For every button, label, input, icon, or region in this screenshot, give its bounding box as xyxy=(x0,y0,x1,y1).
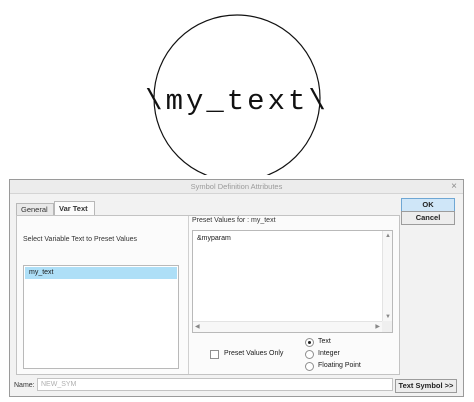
preset-values-textarea[interactable]: &myparam ▲ ▼ ◀ ▶ xyxy=(192,230,393,333)
radio-floating-point-label: Floating Point xyxy=(318,362,361,369)
radio-integer-label: Integer xyxy=(318,350,340,357)
symbol-preview: \my_text\ xyxy=(0,0,474,175)
scroll-right-icon[interactable]: ▶ xyxy=(375,323,380,331)
var-text-panel: Select Variable Text to Preset Values my… xyxy=(16,215,400,375)
preset-values-only-checkbox[interactable] xyxy=(210,350,219,359)
dialog-titlebar[interactable]: Symbol Definition Attributes × xyxy=(10,180,463,194)
scroll-corner xyxy=(382,321,392,332)
panel-divider xyxy=(188,216,189,374)
tab-general[interactable]: General xyxy=(16,203,54,215)
select-variable-label: Select Variable Text to Preset Values xyxy=(23,236,138,243)
symbol-definition-dialog: Symbol Definition Attributes × General V… xyxy=(9,179,464,397)
preset-horizontal-scrollbar[interactable]: ◀ ▶ xyxy=(193,321,382,332)
preset-value-text: &myparam xyxy=(197,235,231,242)
variable-item-my-text[interactable]: my_text xyxy=(25,267,177,279)
variable-list[interactable]: my_text xyxy=(23,265,179,369)
text-symbol-button[interactable]: Text Symbol >> xyxy=(395,379,457,393)
symbol-text: \my_text\ xyxy=(145,85,329,118)
scroll-left-icon[interactable]: ◀ xyxy=(195,323,200,331)
name-label: Name: xyxy=(14,382,35,389)
ok-button[interactable]: OK xyxy=(401,198,455,212)
cancel-button[interactable]: Cancel xyxy=(401,211,455,225)
preset-values-label: Preset Values for : my_text xyxy=(192,217,276,224)
radio-text[interactable] xyxy=(305,338,314,347)
scroll-down-icon[interactable]: ▼ xyxy=(385,313,391,321)
scroll-up-icon[interactable]: ▲ xyxy=(385,232,391,240)
tab-var-text[interactable]: Var Text xyxy=(54,201,95,215)
symbol-preview-canvas: \my_text\ xyxy=(145,14,329,175)
dialog-title: Symbol Definition Attributes xyxy=(190,182,283,191)
close-icon[interactable]: × xyxy=(451,180,457,193)
radio-integer[interactable] xyxy=(305,350,314,359)
name-input[interactable] xyxy=(37,378,393,391)
preset-vertical-scrollbar[interactable]: ▲ ▼ xyxy=(382,231,392,322)
preset-values-only-label: Preset Values Only xyxy=(224,350,284,357)
radio-floating-point[interactable] xyxy=(305,362,314,371)
radio-text-label: Text xyxy=(318,338,331,345)
